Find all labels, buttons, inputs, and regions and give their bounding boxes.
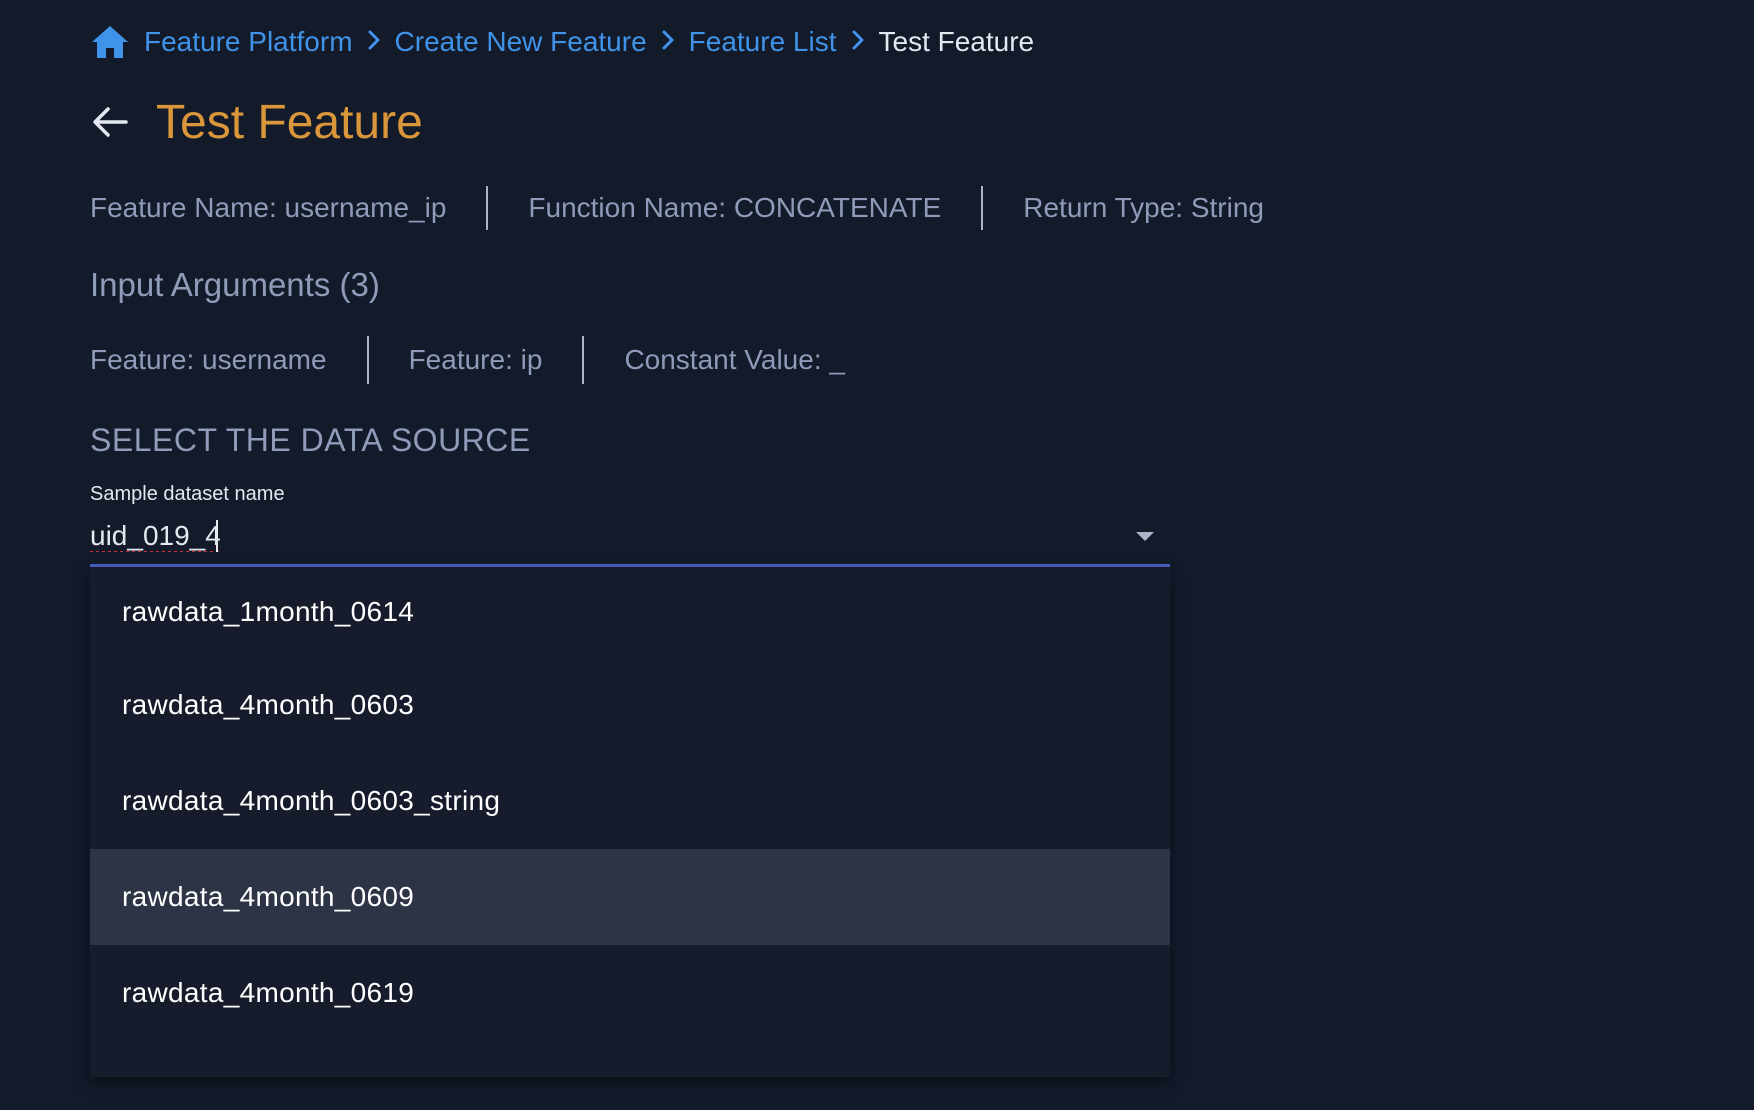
breadcrumb-feature-platform[interactable]: Feature Platform (144, 26, 353, 58)
argument-item: Constant Value: _ (624, 344, 845, 375)
dataset-option[interactable]: rawdata_1month_0614 (90, 567, 1170, 657)
chevron-right-icon (837, 26, 879, 58)
dataset-option[interactable]: rawdata_4month_0603 (90, 657, 1170, 753)
breadcrumb-feature-list[interactable]: Feature List (689, 26, 837, 58)
breadcrumb: Feature Platform Create New Feature Feat… (90, 22, 1034, 62)
input-arguments-heading: Input Arguments (3) (90, 266, 380, 303)
divider (582, 336, 585, 384)
dataset-options-menu: rawdata_1month_0614 rawdata_4month_0603 … (90, 567, 1170, 1077)
input-arguments: Feature: username Feature: ip Constant V… (90, 336, 845, 384)
breadcrumb-create-new-feature[interactable]: Create New Feature (395, 26, 647, 58)
divider (486, 186, 489, 230)
argument-item: Feature: ip (408, 344, 543, 375)
title-row: Test Feature (90, 92, 423, 152)
divider (981, 186, 984, 230)
dataset-option-highlighted[interactable]: rawdata_4month_0609 (90, 849, 1170, 945)
dataset-input[interactable] (90, 516, 1090, 556)
text-cursor (216, 520, 218, 552)
arrow-left-icon[interactable] (90, 102, 130, 142)
dataset-field-label: Sample dataset name (90, 483, 285, 505)
function-name: Function Name: CONCATENATE (528, 192, 942, 223)
chevron-right-icon (353, 26, 395, 58)
dataset-option[interactable]: rawdata_4month_0603_string (90, 753, 1170, 849)
divider (366, 336, 369, 384)
return-type: Return Type: String (1023, 192, 1264, 223)
chevron-right-icon (647, 26, 689, 58)
dataset-option[interactable]: rawdata_4month_0619 (90, 945, 1170, 1041)
caret-down-icon[interactable] (1134, 530, 1156, 544)
feature-meta: Feature Name: username_ip Function Name:… (90, 186, 1264, 230)
data-source-heading: SELECT THE DATA SOURCE (90, 422, 531, 458)
argument-item: Feature: username (90, 344, 327, 375)
dataset-select[interactable] (90, 512, 1170, 567)
page-title: Test Feature (156, 95, 423, 149)
home-icon[interactable] (90, 24, 130, 60)
breadcrumb-current: Test Feature (878, 26, 1035, 57)
feature-name: Feature Name: username_ip (90, 192, 447, 223)
